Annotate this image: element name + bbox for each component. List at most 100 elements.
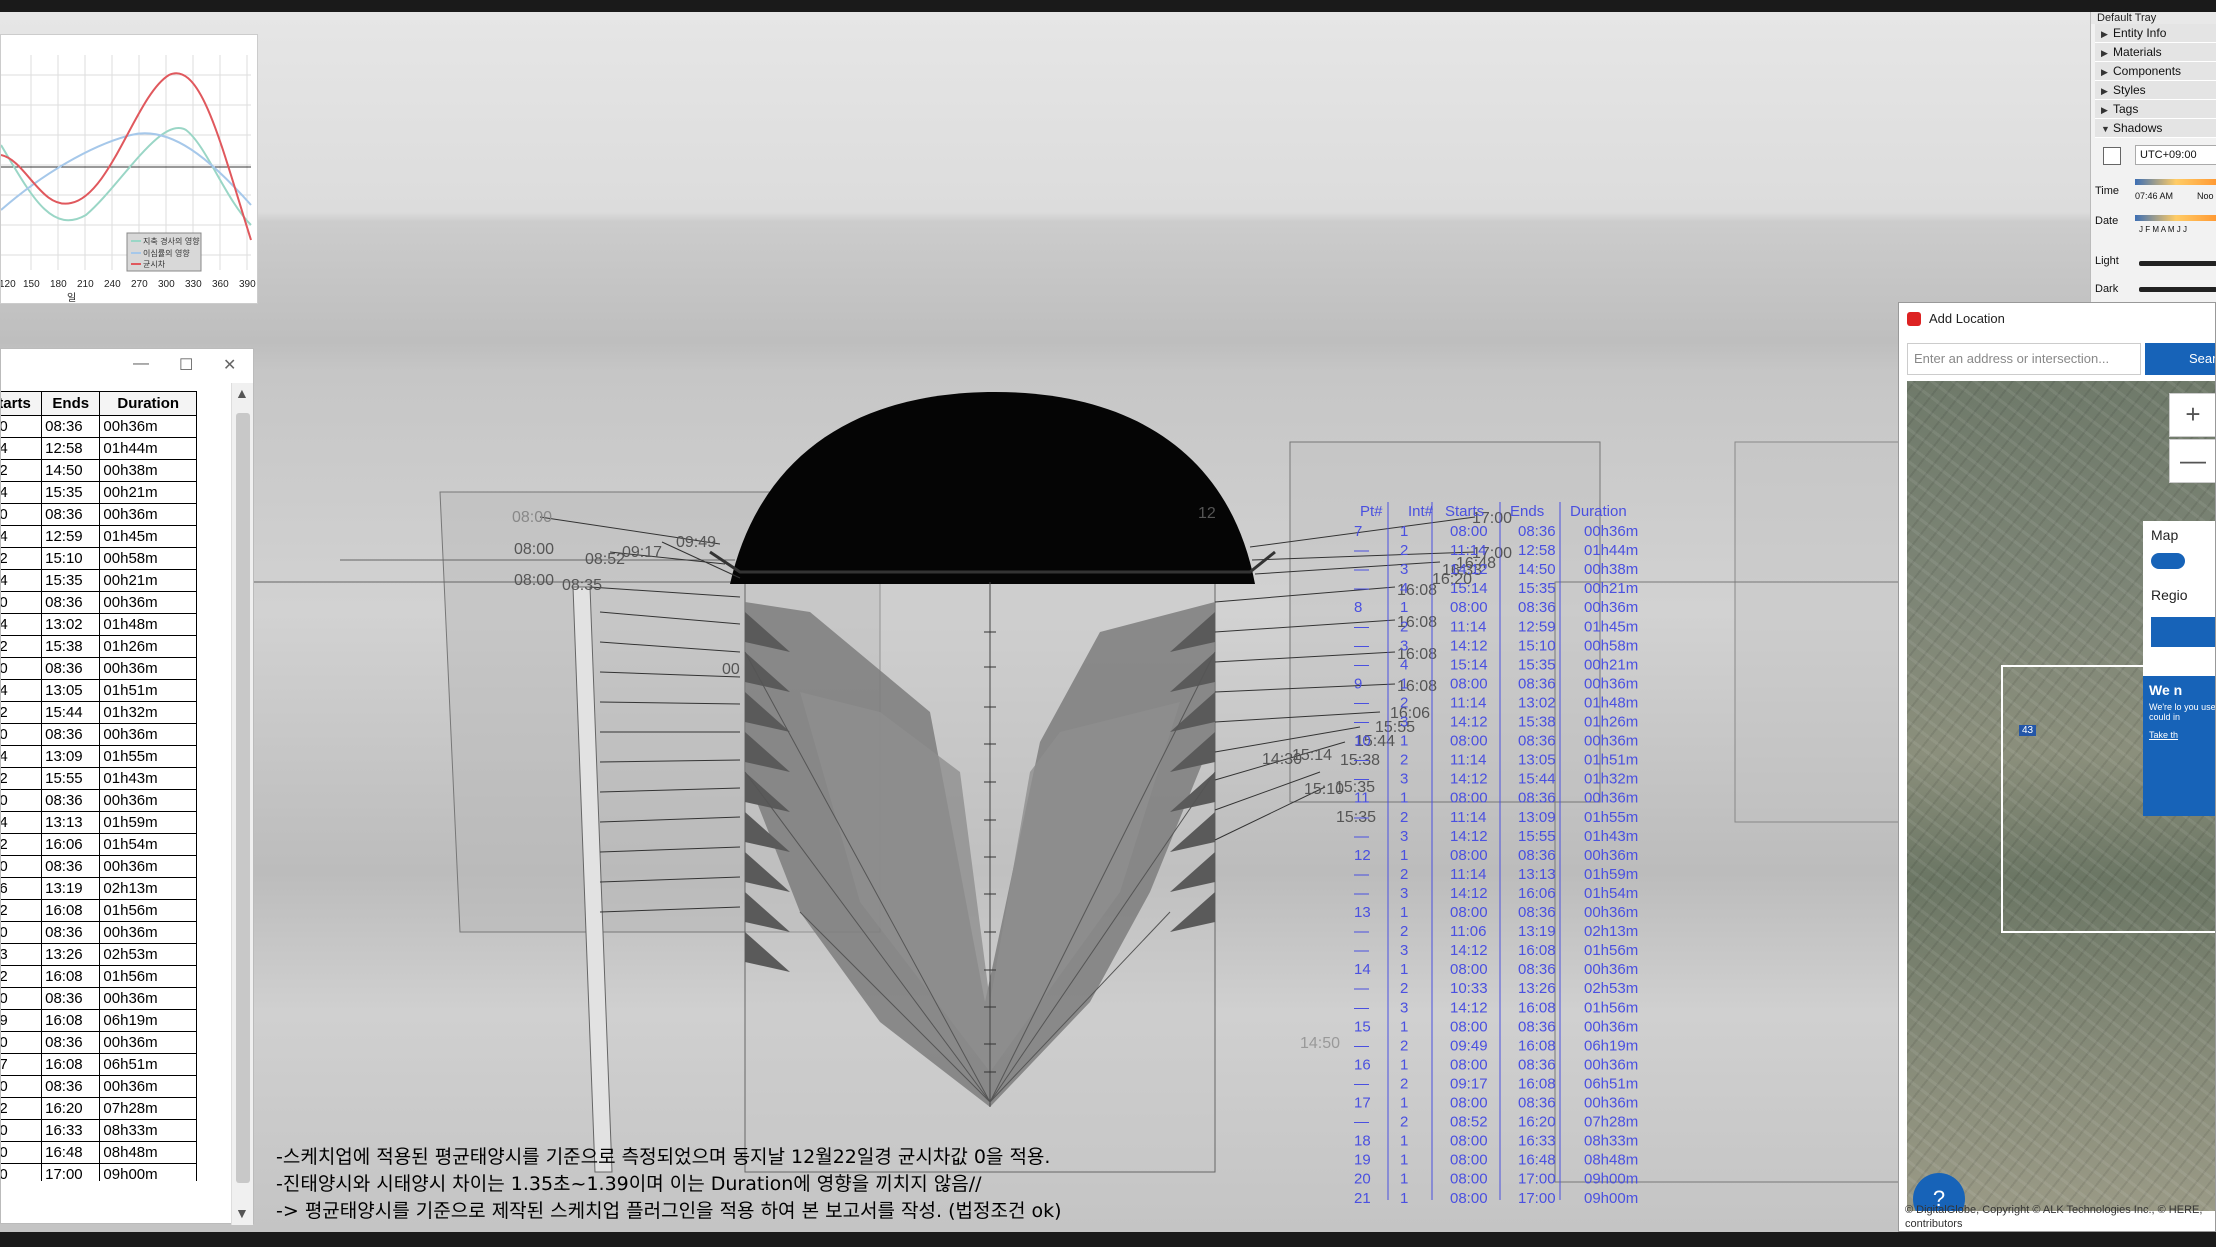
scroll-thumb[interactable] <box>236 413 250 1183</box>
dark-slider[interactable] <box>2139 287 2216 292</box>
vtable-point: — <box>1354 1075 1369 1092</box>
scene-label-left-5: 08:00 <box>514 572 554 589</box>
vtable-start: 08:00 <box>1450 961 1488 978</box>
vtable-point: 15 <box>1354 1018 1371 1035</box>
vtable-start: 11:06 <box>1450 923 1486 940</box>
vtable-duration: 00h36m <box>1584 1095 1638 1112</box>
zoom-out-button[interactable]: — <box>2169 439 2215 483</box>
default-tray[interactable]: Default Tray ▶ Entity Info ▶ Materials ▶ Co… <box>2090 12 2216 302</box>
vtable-start: 14:12 <box>1450 714 1488 731</box>
table-row: 1216:0601h54m <box>1 833 197 856</box>
cell-start: 14 <box>1 569 43 592</box>
shadow-toggle-icon[interactable] <box>2103 147 2121 165</box>
scene-label-left-4: 09:49 <box>676 534 716 551</box>
cell-duration: 00h21m <box>99 569 197 592</box>
vtable-end: 16:08 <box>1518 999 1556 1016</box>
vtable-end: 13:19 <box>1518 923 1556 940</box>
cell-end: 08:36 <box>41 415 101 438</box>
region-button[interactable] <box>2151 617 2215 647</box>
cell-duration: 00h36m <box>99 1075 197 1098</box>
vtable-interval: 3 <box>1400 637 1408 654</box>
cell-start: 14 <box>1 613 43 636</box>
tray-item-tags[interactable]: ▶ Tags <box>2095 100 2216 119</box>
table-scrollbar[interactable]: ▲ ▼ <box>231 383 253 1225</box>
utc-select[interactable]: UTC+09:00 <box>2135 145 2216 165</box>
add-location-titlebar[interactable]: Add Location <box>1899 303 2215 335</box>
table-row: 1216:0801h56m <box>1 899 197 922</box>
vtable-duration: 09h00m <box>1584 1171 1638 1188</box>
vtable-interval: 1 <box>1400 790 1408 807</box>
svg-text:150: 150 <box>23 279 40 290</box>
tray-item-shadows[interactable]: ▼ Shadows <box>2095 119 2216 138</box>
region-label: Regio <box>2151 587 2188 603</box>
minimize-button[interactable]: — <box>133 355 149 373</box>
cell-start: 14 <box>1 525 43 548</box>
maximize-button[interactable]: ☐ <box>179 355 193 375</box>
tray-item-styles[interactable]: ▶ Styles <box>2095 81 2216 100</box>
map-toggle[interactable] <box>2151 553 2185 569</box>
cell-duration: 00h36m <box>99 855 197 878</box>
time-slider[interactable] <box>2135 179 2216 185</box>
vtable-duration: 06h19m <box>1584 1037 1638 1054</box>
table-row: 4916:0806h19m <box>1 1009 197 1032</box>
vtable-interval: 1 <box>1400 1152 1408 1169</box>
close-button[interactable]: ✕ <box>223 355 236 375</box>
vtable-point: — <box>1354 809 1369 826</box>
vtable-start: 08:00 <box>1450 1171 1488 1188</box>
vtable-interval: 1 <box>1400 1190 1408 1207</box>
tray-item-materials[interactable]: ▶ Materials <box>2095 43 2216 62</box>
cell-end: 08:36 <box>41 855 101 878</box>
scroll-up-icon[interactable]: ▲ <box>235 385 249 401</box>
vtable-start: 08:00 <box>1450 1018 1488 1035</box>
cell-start: 52 <box>1 1097 43 1120</box>
vtable-interval: 2 <box>1400 618 1408 635</box>
vtable-end: 16:08 <box>1518 1075 1556 1092</box>
cell-end: 15:38 <box>41 635 101 658</box>
vtable-end: 08:36 <box>1518 599 1556 616</box>
satellite-map[interactable]: + — Map Regio We n We're lo you use coul… <box>1907 381 2215 1211</box>
vtable-point: — <box>1354 542 1369 559</box>
date-slider[interactable] <box>2135 215 2216 221</box>
svg-text:360: 360 <box>212 279 229 290</box>
tray-item-components[interactable]: ▶ Components <box>2095 62 2216 81</box>
cell-end: 16:08 <box>41 899 101 922</box>
cell-duration: 00h36m <box>99 657 197 680</box>
table-scroll-area[interactable]: tarts Ends Duration 0008:3600h36m1412:58… <box>1 391 211 1181</box>
table-window-titlebar[interactable]: — ☐ ✕ <box>1 349 253 383</box>
vtable-point: — <box>1354 980 1369 997</box>
cell-start: 00 <box>1 1075 43 1098</box>
vtable-point: 12 <box>1354 847 1371 864</box>
add-location-window[interactable]: Add Location Enter an address or interse… <box>1898 302 2216 1232</box>
vtable-start: 08:00 <box>1450 523 1488 540</box>
light-slider[interactable] <box>2139 261 2216 266</box>
vtable-duration: 01h56m <box>1584 999 1638 1016</box>
vtable-duration: 08h33m <box>1584 1133 1638 1150</box>
vtable-end: 16:48 <box>1518 1152 1556 1169</box>
tray-item-entity-info[interactable]: ▶ Entity Info <box>2095 24 2216 43</box>
vtable-interval: 1 <box>1400 847 1408 864</box>
duration-table-window[interactable]: — ☐ ✕ tarts Ends Duration 0008:3600h36m1… <box>0 348 254 1225</box>
scene-label-left-2: 08:52 <box>585 551 625 568</box>
vtable-duration: 00h36m <box>1584 790 1638 807</box>
vtable-point: — <box>1354 694 1369 711</box>
scene-label-top-12: 12 <box>1198 505 1216 522</box>
scroll-down-icon[interactable]: ▼ <box>235 1205 249 1221</box>
vtable-header: Duration <box>1570 503 1627 520</box>
cell-end: 13:19 <box>41 877 101 900</box>
cell-duration: 01h45m <box>99 525 197 548</box>
vtable-interval: 3 <box>1400 561 1408 578</box>
vtable-end: 12:59 <box>1518 618 1556 635</box>
vtable-duration: 00h36m <box>1584 523 1638 540</box>
sketchup-viewport[interactable]: 08:00 08:00 08:52 09:17 09:49 08:00 08:3… <box>0 12 2090 1232</box>
3d-scene[interactable]: 08:00 08:00 08:52 09:17 09:49 08:00 08:3… <box>0 12 2090 1232</box>
expand-triangle-icon: ▶ <box>2101 67 2108 77</box>
cell-start: 14 <box>1 745 43 768</box>
search-button[interactable]: Search <box>2145 343 2215 375</box>
zoom-in-button[interactable]: + <box>2169 393 2215 437</box>
table-row: 1412:5901h45m <box>1 525 197 548</box>
selection-rectangle[interactable] <box>2001 665 2215 933</box>
vtable-start: 08:00 <box>1450 1152 1488 1169</box>
address-search-input[interactable]: Enter an address or intersection... <box>1907 343 2141 375</box>
table-row: 0008:3600h36m <box>1 855 197 878</box>
scene-label-center-1: 15:14 <box>1292 747 1332 764</box>
